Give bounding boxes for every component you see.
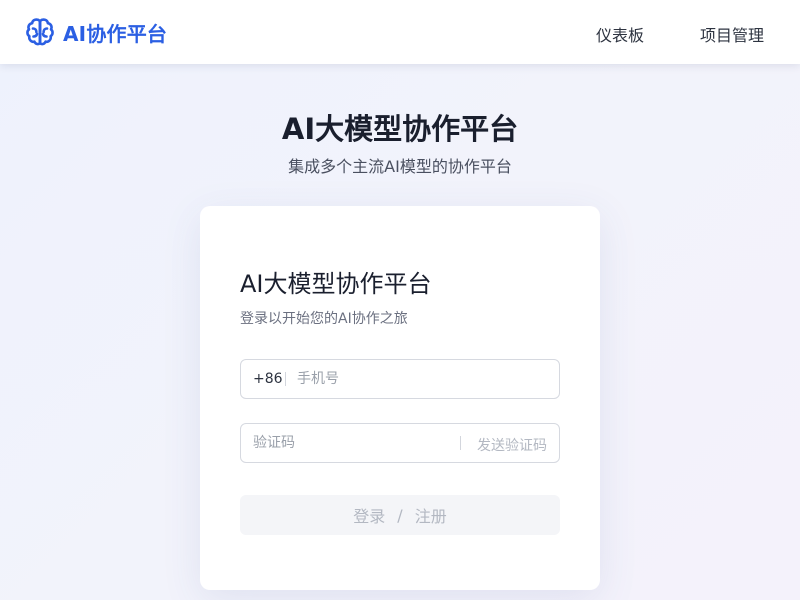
hero-subtitle: 集成多个主流AI模型的协作平台	[288, 157, 512, 176]
login-card-subtitle: 登录以开始您的AI协作之旅	[240, 311, 408, 327]
hero-title: AI大模型协作平台	[281, 112, 519, 146]
prefix-divider	[285, 372, 286, 386]
phone-field: +86	[240, 359, 560, 399]
login-label: 登录	[353, 507, 386, 526]
verification-code-field: 发送验证码	[240, 423, 560, 463]
country-code-prefix[interactable]: +86	[253, 371, 283, 387]
login-register-button[interactable]: 登录 / 注册	[240, 495, 560, 535]
login-card: AI大模型协作平台 登录以开始您的AI协作之旅 +86 发送验证码 登录 / 注…	[200, 206, 600, 590]
brain-icon[interactable]	[24, 16, 56, 48]
register-label: 注册	[414, 507, 447, 526]
code-divider	[460, 436, 461, 450]
button-separator: /	[397, 505, 403, 525]
brand-name[interactable]: AI协作平台	[63, 18, 167, 47]
nav-project-management[interactable]: 项目管理	[700, 22, 764, 46]
verification-code-input[interactable]	[253, 424, 453, 462]
login-card-title: AI大模型协作平台	[240, 270, 432, 298]
phone-input[interactable]	[297, 360, 547, 398]
nav-dashboard[interactable]: 仪表板	[596, 22, 644, 46]
top-navbar: AI协作平台 仪表板 项目管理	[0, 0, 800, 64]
send-code-button[interactable]: 发送验证码	[477, 435, 547, 455]
